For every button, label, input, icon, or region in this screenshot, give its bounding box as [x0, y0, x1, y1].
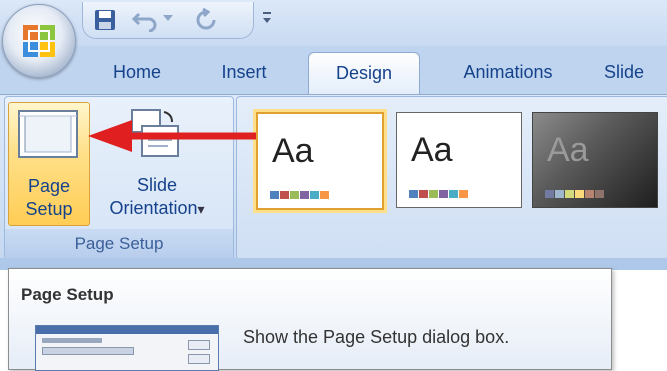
page-setup-button[interactable]: Page Setup	[8, 102, 90, 226]
theme-thumbnail-3[interactable]: Aa	[532, 112, 658, 208]
theme-thumbnail-office[interactable]: Aa	[256, 112, 384, 210]
tab-insert[interactable]: Insert	[204, 58, 284, 86]
theme-sample-text: Aa	[411, 131, 453, 169]
annotation-arrow-icon	[88, 120, 256, 152]
office-logo-icon	[23, 25, 55, 57]
page-setup-label-line2: Setup	[25, 199, 73, 219]
undo-icon[interactable]	[131, 8, 159, 32]
dropdown-arrow-icon: ▾	[197, 201, 205, 217]
theme-thumbnail-2[interactable]: Aa	[396, 112, 522, 208]
theme-color-swatches	[545, 185, 605, 198]
tab-animations[interactable]: Animations	[438, 58, 578, 86]
theme-color-swatches	[270, 186, 330, 199]
tab-design[interactable]: Design	[308, 52, 420, 95]
tab-home[interactable]: Home	[98, 58, 176, 86]
slide-orientation-label-line1: Slide	[136, 175, 178, 195]
page-setup-dialog-preview	[35, 325, 219, 371]
theme-color-swatches	[409, 185, 469, 198]
tooltip-title: Page Setup	[21, 285, 114, 304]
page-setup-group-label: Page Setup	[5, 229, 233, 259]
tab-slide[interactable]: Slide	[604, 58, 667, 86]
customize-qat-icon[interactable]	[262, 10, 272, 30]
theme-sample-text: Aa	[272, 132, 314, 170]
office-button[interactable]	[2, 4, 76, 78]
undo-dropdown-icon[interactable]	[163, 15, 173, 23]
tooltip-description: Show the Page Setup dialog box.	[243, 327, 510, 347]
slide-orientation-label-line2: Orientation	[109, 198, 198, 218]
page-setup-label-line1: Page	[27, 176, 71, 196]
theme-sample-text: Aa	[547, 131, 589, 169]
redo-icon[interactable]	[193, 8, 219, 32]
quick-access-toolbar	[82, 2, 254, 39]
page-setup-icon	[18, 110, 78, 158]
save-icon[interactable]	[93, 8, 117, 32]
